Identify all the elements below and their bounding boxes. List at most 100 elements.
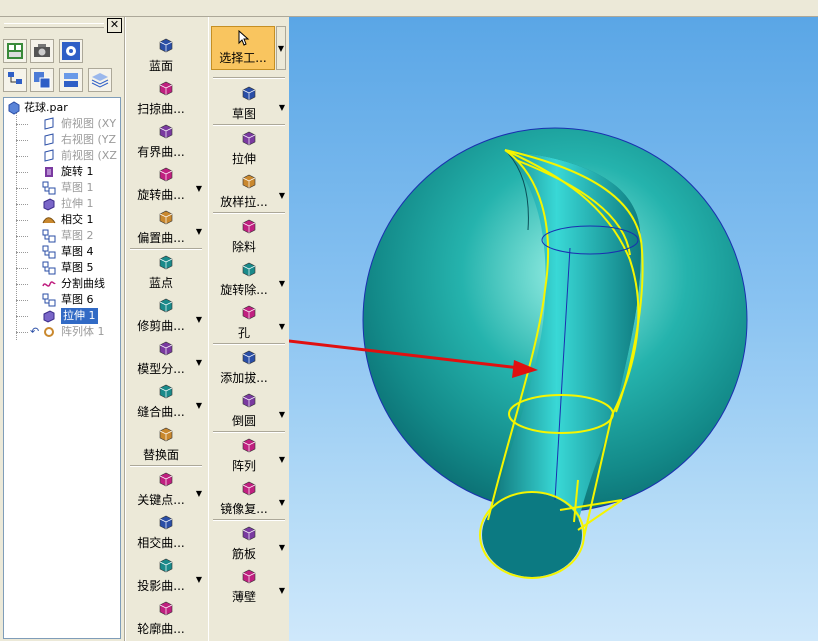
draft-icon [242,350,256,365]
command-hole[interactable]: 孔 ▼ [212,302,286,344]
command-keypoint[interactable]: 关键点... ▼ [129,469,203,511]
command-project-curve[interactable]: 投影曲... ▼ [129,555,203,597]
command-mirror[interactable]: 镜像复... ▼ [212,478,286,520]
command-label: 草图 [231,107,256,121]
command-label: 蓝点 [148,276,173,290]
command-sketch[interactable]: 草图 ▼ [212,83,286,125]
command-offset[interactable]: 偏置曲... ▼ [129,207,203,249]
command-revolved-cut[interactable]: 旋转除... ▼ [212,259,286,301]
chevron-down-icon[interactable]: ▼ [195,401,203,410]
command-label: 除料 [231,240,256,254]
pattern-icon [242,438,256,453]
chevron-down-icon[interactable]: ▼ [195,575,203,584]
close-icon[interactable]: ✕ [107,18,122,33]
tree-item-label: 分割曲线 [61,277,105,290]
rollback-icon[interactable]: ↶ [30,324,39,340]
chevron-down-icon[interactable]: ▼ [195,489,203,498]
feature-tree[interactable]: 花球.par 俯视图 (XY 右视图 (YZ 前视图 (XZ 旋转 1 草图 1 拉伸 1… [3,97,121,639]
chevron-down-icon[interactable]: ▼ [278,455,286,464]
command-label: 添加拔... [220,371,268,385]
command-split-model[interactable]: 模型分... ▼ [129,338,203,380]
plane-icon [44,149,54,162]
chevron-down-icon[interactable]: ▼ [278,498,286,507]
command-pattern[interactable]: 阵列 ▼ [212,435,286,477]
replace-face-icon [159,427,173,442]
command-label: 替换面 [142,448,179,462]
chevron-down-icon[interactable]: ▼ [278,586,286,595]
bluedot-icon [159,255,173,270]
plane-icon [44,133,54,146]
select-tool-label: 选择工... [219,51,267,65]
tree-item-label: 草图 2 [61,229,94,242]
command-replace-face[interactable]: 替换面 [129,424,203,466]
layers-icon[interactable] [88,68,112,92]
chevron-down-icon[interactable]: ▼ [278,410,286,419]
command-bluedot[interactable]: 蓝点 [129,252,203,294]
chevron-down-icon[interactable]: ▼ [278,103,286,112]
tree-item-label: 相交 1 [61,213,94,226]
chevron-down-icon[interactable]: ▼ [278,543,286,552]
command-label: 蓝面 [148,59,173,73]
intersect-icon [42,217,56,224]
tree-item-label: 拉伸 1 [61,308,98,324]
chevron-down-icon[interactable]: ▼ [195,227,203,236]
command-bluesurf[interactable]: 蓝面 [129,35,203,77]
panel-grip[interactable] [4,23,104,28]
command-label: 阵列 [231,459,256,473]
command-intersect-curve[interactable]: 相交曲... [129,512,203,554]
command-contour-curve[interactable]: 轮廓曲... [129,598,203,640]
hierarchy-icon[interactable] [3,68,27,92]
command-label: 修剪曲... [137,319,185,333]
chevron-down-icon[interactable]: ▼ [278,322,286,331]
select-tool-dropdown[interactable]: ▼ [276,26,286,70]
tree-item-label: 俯视图 (XY [61,117,117,130]
command-label: 扫掠曲... [137,102,185,116]
parts-icon[interactable] [30,68,54,92]
chevron-down-icon[interactable]: ▼ [195,315,203,324]
features-toolbar: 选择工... ▼ 草图 ▼ 拉伸 放样拉... ▼ 除料 旋转除... ▼ 孔 ▼ 添加拔... 倒圆… [208,17,290,641]
sketch-icon [42,181,56,195]
stack-icon[interactable] [59,68,83,92]
command-trim[interactable]: 修剪曲... ▼ [129,295,203,337]
feature-view-icon[interactable] [3,39,27,63]
command-rib[interactable]: 筋板 ▼ [212,523,286,565]
thinwall-icon [242,569,256,584]
command-draft[interactable]: 添加拔... [212,347,286,389]
command-protrusion[interactable]: 拉伸 [212,128,286,170]
rib-icon [242,526,256,541]
command-label: 投影曲... [137,579,185,593]
model-view [289,127,748,579]
plane-icon [44,117,54,130]
command-loft[interactable]: 放样拉... ▼ [212,171,286,213]
chevron-down-icon[interactable]: ▼ [278,279,286,288]
keypoint-icon [159,472,173,487]
command-swept[interactable]: 扫掠曲... [129,78,203,120]
swept-icon [159,81,173,96]
project-curve-icon [159,558,173,573]
offset-icon [159,210,173,225]
settings-icon[interactable] [59,39,83,63]
protrusion-icon [242,131,256,146]
3d-viewport[interactable] [289,17,818,641]
chevron-down-icon[interactable]: ▼ [195,358,203,367]
revolved-surface-icon [159,167,173,182]
command-stitch[interactable]: 缝合曲... ▼ [129,381,203,423]
chevron-down-icon[interactable]: ▼ [195,184,203,193]
command-label: 缝合曲... [137,405,185,419]
select-tool-button[interactable]: 选择工... [211,26,275,70]
extrude-icon [43,198,55,211]
command-cutout[interactable]: 除料 [212,216,286,258]
command-label: 孔 [237,326,250,340]
command-bounded[interactable]: 有界曲... [129,121,203,163]
command-thinwall[interactable]: 薄壁 ▼ [212,566,286,608]
camera-icon[interactable] [30,39,54,63]
intersect-curve-icon [159,515,173,530]
split-model-icon [159,341,173,356]
chevron-down-icon[interactable]: ▼ [278,191,286,200]
command-revolved-surface[interactable]: 旋转曲... ▼ [129,164,203,206]
split-curve-icon [42,281,56,287]
command-round[interactable]: 倒圆 ▼ [212,390,286,432]
command-label: 关键点... [137,493,185,507]
bluesurf-icon [159,38,173,53]
panel-header: ✕ [0,17,124,33]
